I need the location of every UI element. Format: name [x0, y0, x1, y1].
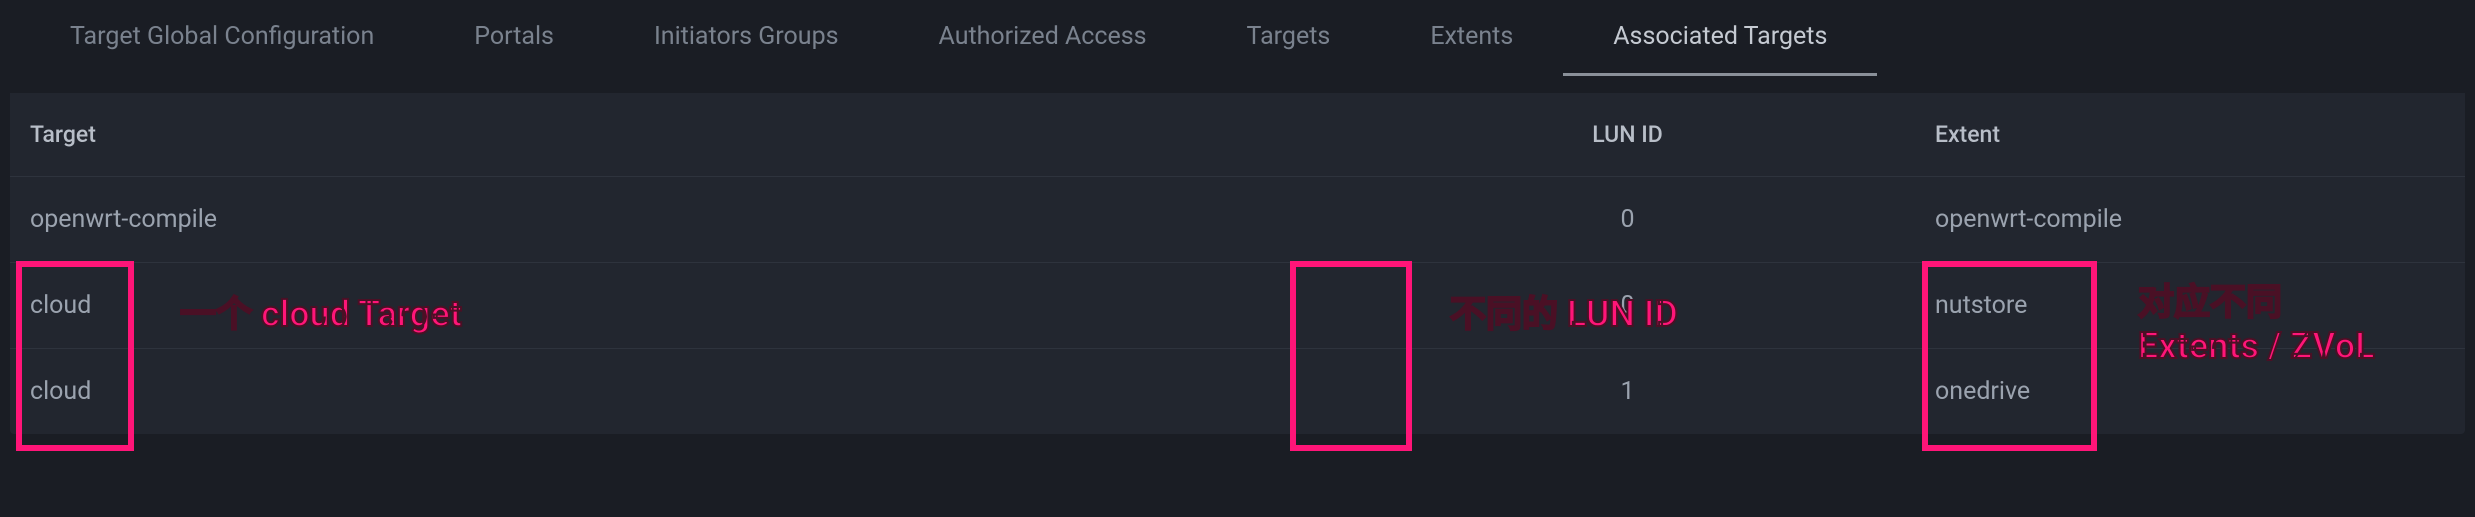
tab-extents[interactable]: Extents	[1380, 0, 1563, 76]
cell-target: cloud	[30, 377, 1320, 406]
header-extent: Extent	[1935, 121, 2445, 148]
cell-extent: openwrt-compile	[1935, 205, 2445, 234]
table-row[interactable]: openwrt-compile 0 openwrt-compile	[10, 176, 2465, 262]
tab-associated-targets[interactable]: Associated Targets	[1563, 0, 1877, 76]
tab-targets[interactable]: Targets	[1197, 0, 1381, 76]
table-row[interactable]: cloud 0 nutstore	[10, 262, 2465, 348]
content-area: Target LUN ID Extent openwrt-compile 0 o…	[0, 75, 2475, 434]
tab-initiators-groups[interactable]: Initiators Groups	[604, 0, 889, 76]
table-row[interactable]: cloud 1 onedrive	[10, 348, 2465, 434]
cell-target: openwrt-compile	[30, 205, 1320, 234]
cell-lunid: 0	[1320, 291, 1935, 320]
tab-bar: Target Global Configuration Portals Init…	[0, 0, 2475, 75]
tab-portals[interactable]: Portals	[424, 0, 604, 76]
tab-authorized-access[interactable]: Authorized Access	[889, 0, 1197, 76]
tab-target-global-config[interactable]: Target Global Configuration	[20, 0, 424, 76]
table-header: Target LUN ID Extent	[10, 93, 2465, 176]
cell-extent: onedrive	[1935, 377, 2445, 406]
cell-lunid: 1	[1320, 377, 1935, 406]
header-lunid: LUN ID	[1320, 121, 1935, 148]
cell-target: cloud	[30, 291, 1320, 320]
cell-lunid: 0	[1320, 205, 1935, 234]
header-target: Target	[30, 121, 1320, 148]
cell-extent: nutstore	[1935, 291, 2445, 320]
associated-targets-table: Target LUN ID Extent openwrt-compile 0 o…	[10, 93, 2465, 434]
